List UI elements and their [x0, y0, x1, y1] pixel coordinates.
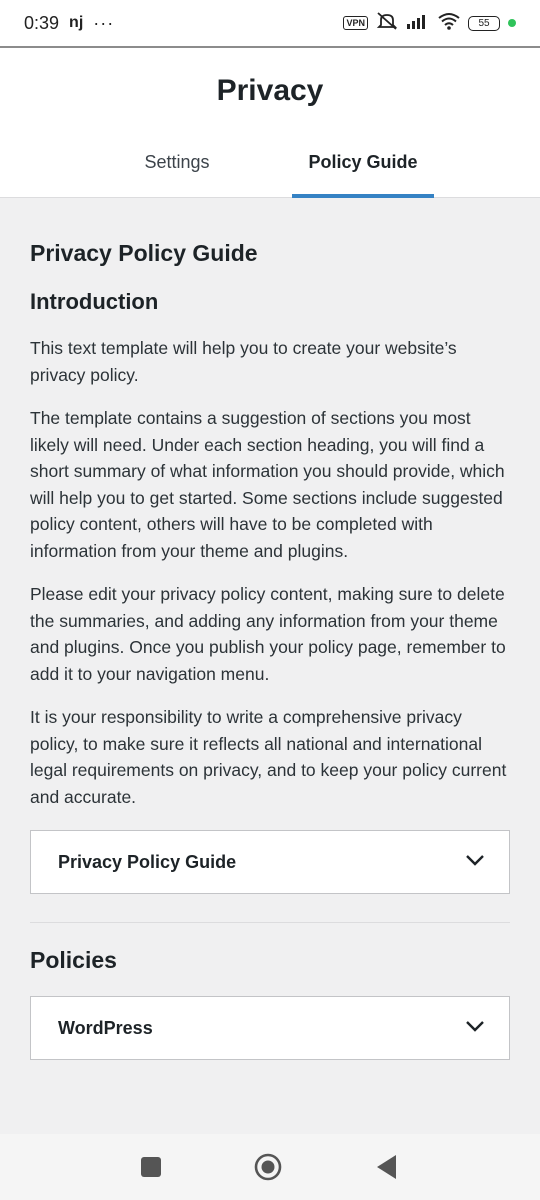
battery-icon: 55	[468, 15, 500, 31]
notification-badge: nj	[69, 14, 84, 31]
wordpress-policy-accordion[interactable]: WordPress	[30, 996, 510, 1060]
app-header: Privacy Settings Policy Guide	[0, 48, 540, 198]
intro-paragraph: This text template will help you to crea…	[30, 338, 457, 385]
privacy-policy-guide-accordion[interactable]: Privacy Policy Guide	[30, 830, 510, 894]
chevron-down-icon	[465, 853, 485, 871]
policies-heading: Policies	[30, 947, 117, 973]
tab-settings[interactable]: Settings	[120, 136, 234, 198]
chevron-down-icon	[465, 1019, 485, 1037]
more-notifications-icon: ···	[93, 12, 115, 33]
vpn-icon: VPN	[343, 16, 368, 30]
main-content: Privacy Policy Guide Introduction This t…	[30, 198, 510, 1060]
intro-paragraph: The template contains a suggestion of se…	[30, 408, 505, 561]
page-title: Privacy	[216, 74, 324, 107]
signal-icon	[406, 13, 430, 34]
wifi-icon	[438, 12, 460, 35]
home-icon[interactable]	[253, 1152, 283, 1182]
intro-paragraph: It is your responsibility to write a com…	[30, 707, 507, 807]
recent-apps-icon[interactable]	[136, 1152, 166, 1182]
tab-policy-guide[interactable]: Policy Guide	[292, 136, 434, 198]
system-nav-bar	[0, 1134, 540, 1200]
accordion-label: Privacy Policy Guide	[58, 851, 237, 872]
status-right: VPN 55	[343, 11, 516, 36]
accordion-label: WordPress	[58, 1017, 153, 1038]
section-title: Privacy Policy Guide	[30, 240, 258, 266]
intro-paragraph: Please edit your privacy policy content,…	[30, 584, 506, 684]
tab-bar: Settings Policy Guide	[0, 136, 540, 198]
mute-icon	[376, 11, 398, 36]
introduction-heading: Introduction	[30, 289, 159, 314]
privacy-indicator-dot	[508, 19, 516, 27]
status-time: 0:39	[24, 12, 60, 33]
back-icon[interactable]	[372, 1152, 402, 1182]
status-bar: 0:39 nj ··· VPN 55	[0, 0, 540, 48]
status-left: 0:39 nj ···	[24, 13, 114, 34]
section-divider	[30, 922, 510, 923]
